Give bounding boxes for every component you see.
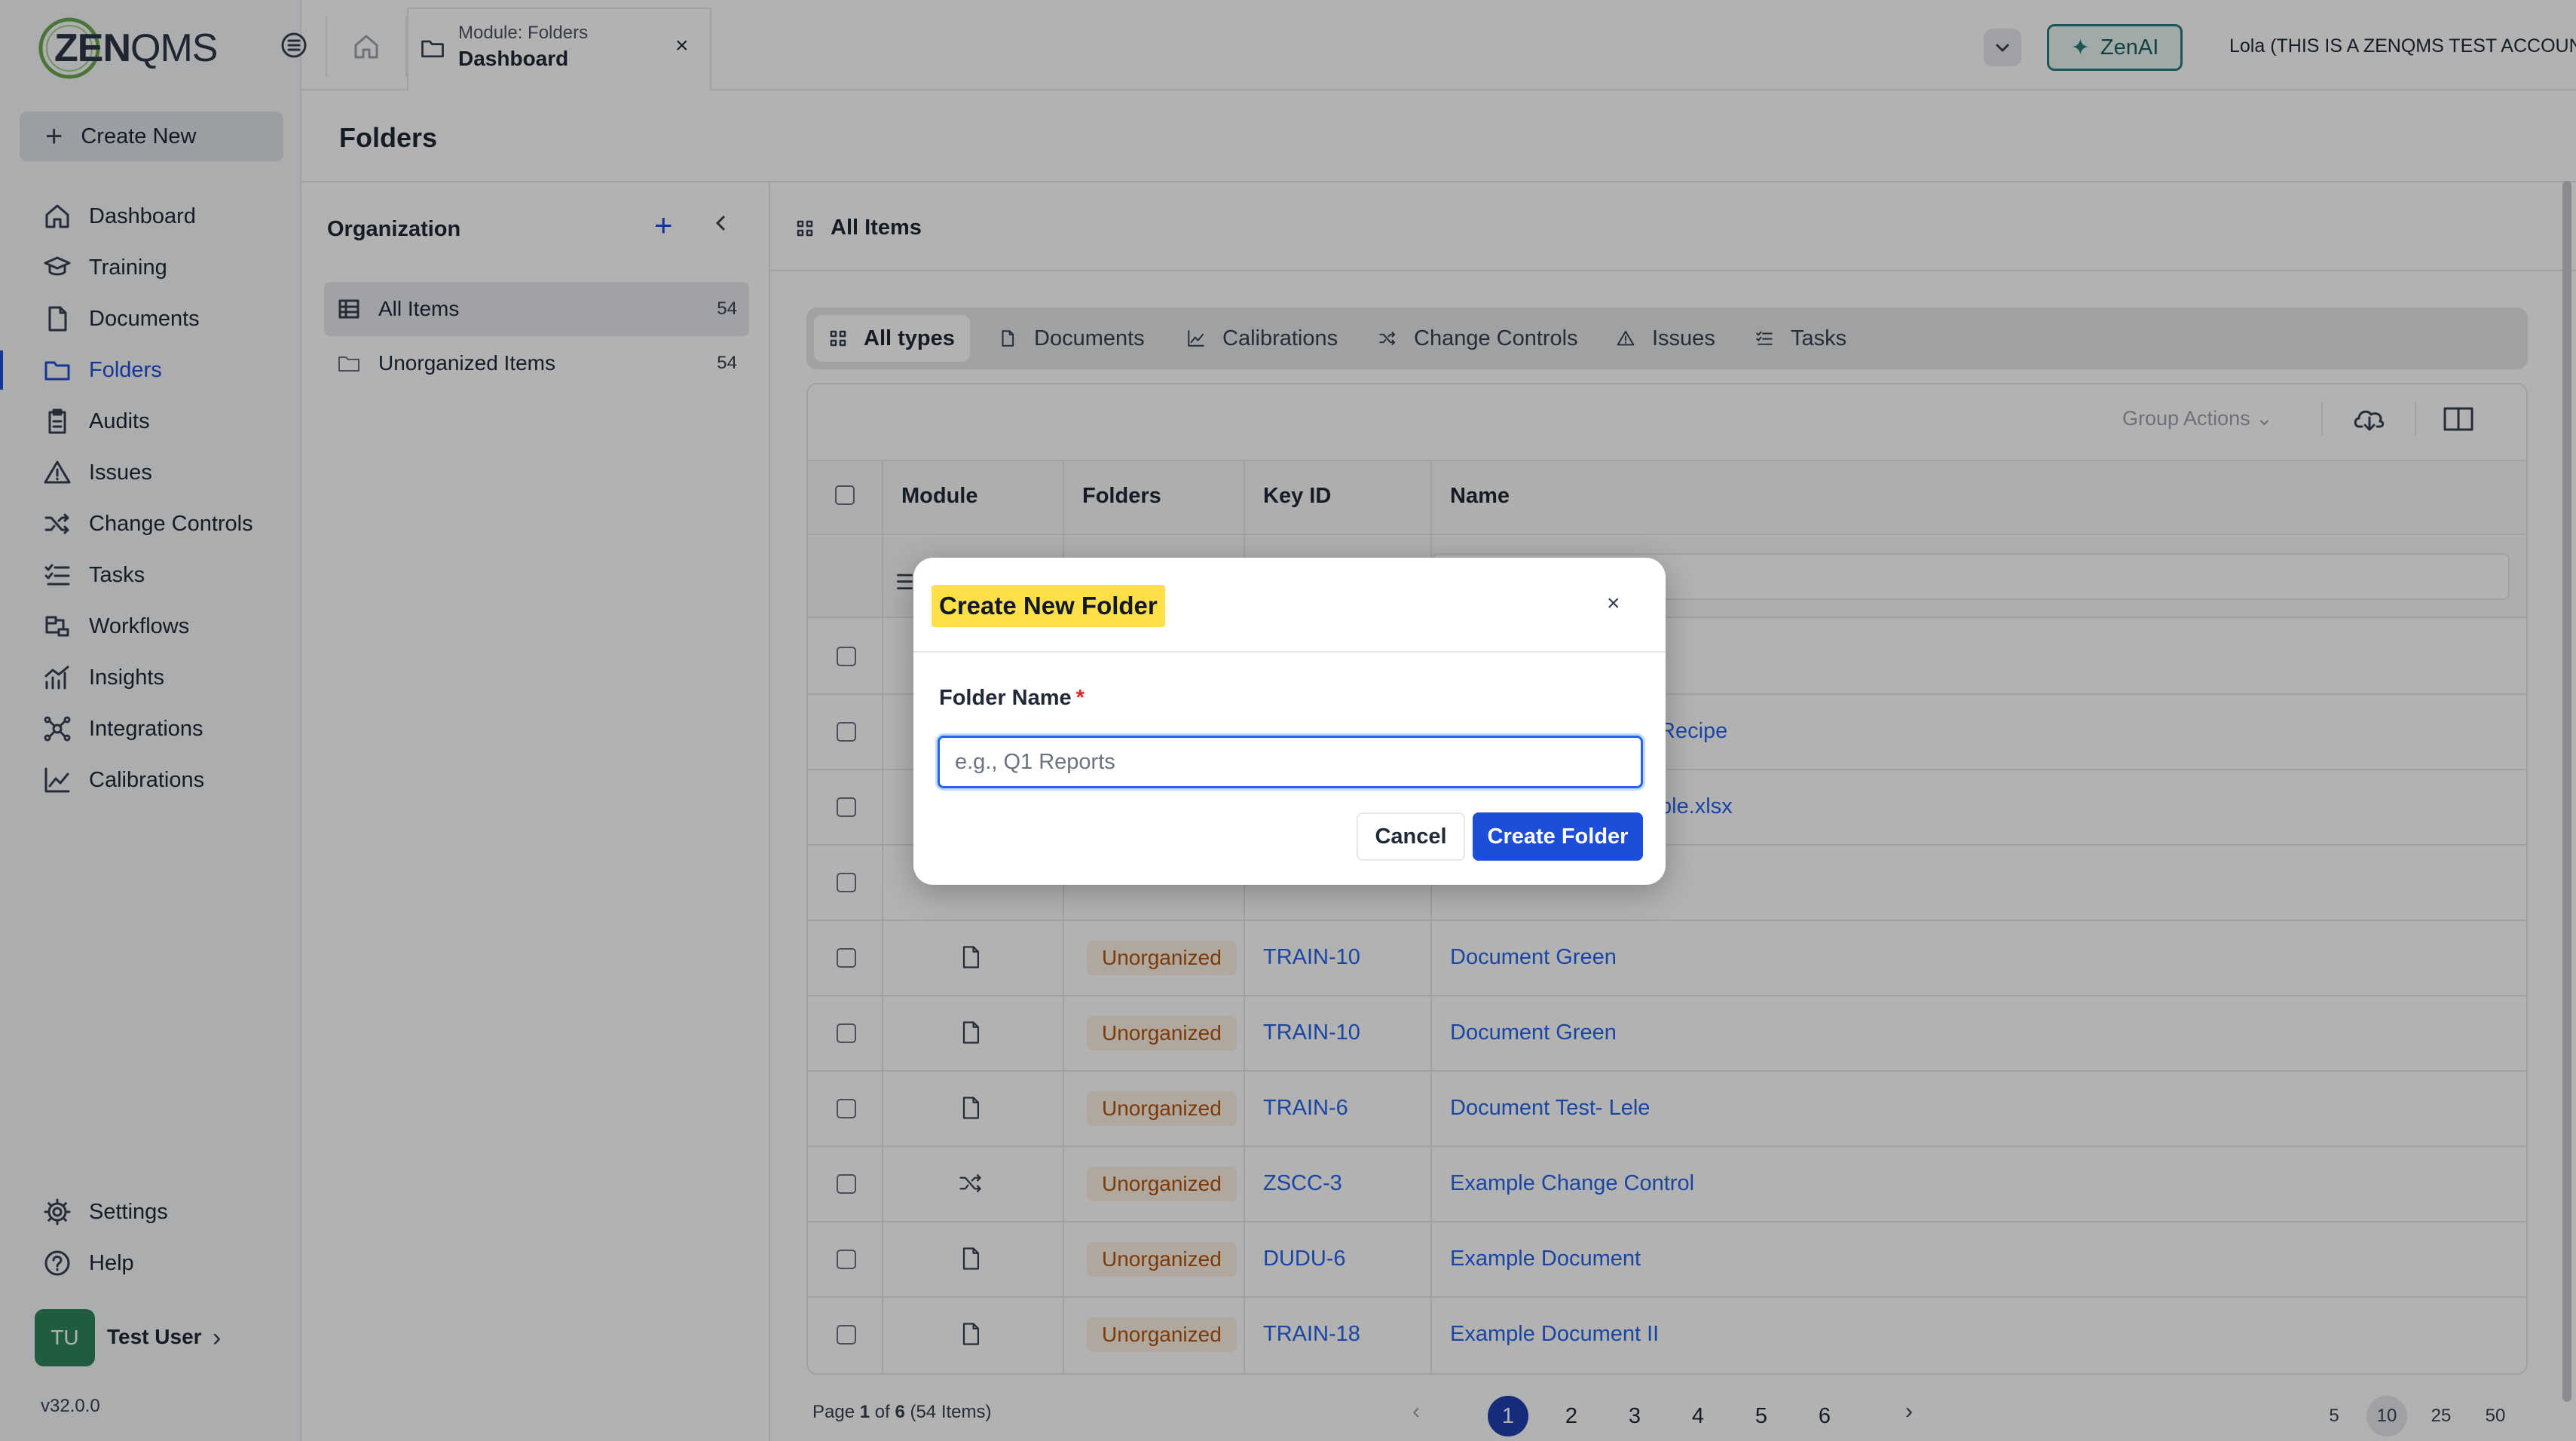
dialog-title: Create New Folder — [932, 585, 1165, 627]
folder-name-input[interactable] — [938, 736, 1643, 788]
divider — [913, 651, 1666, 653]
close-icon[interactable]: × — [1607, 591, 1620, 616]
field-label-text: Folder Name — [939, 686, 1072, 710]
folder-name-label: Folder Name * — [939, 686, 1085, 711]
required-mark: * — [1075, 686, 1085, 710]
create-folder-button[interactable]: Create Folder — [1473, 812, 1643, 861]
cancel-button[interactable]: Cancel — [1357, 812, 1465, 861]
